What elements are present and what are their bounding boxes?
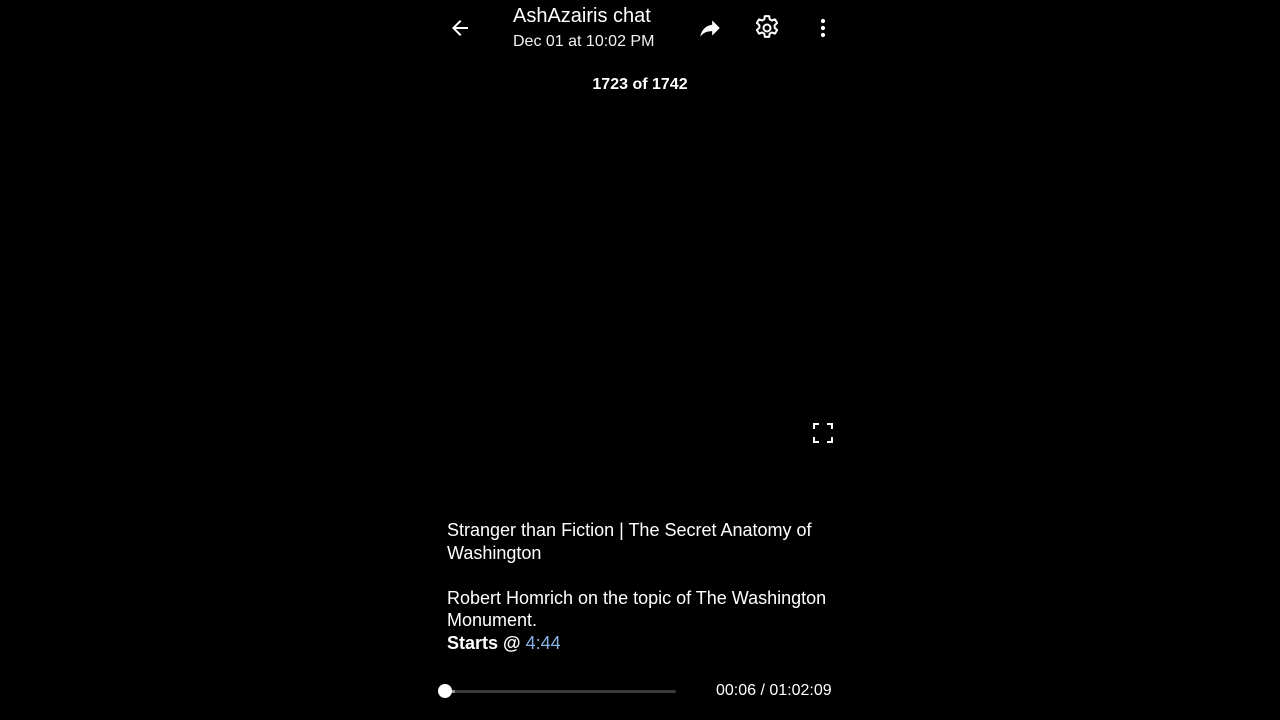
caption-title: Stranger than Fiction | The Secret Anato…: [447, 520, 812, 563]
arrow-left-icon: [452, 20, 468, 36]
chat-title: AshAzairis chat: [513, 5, 651, 27]
timestamp-link[interactable]: 4:44: [526, 633, 561, 653]
fullscreen-icon: [813, 423, 833, 443]
fullscreen-button[interactable]: [808, 418, 838, 448]
gear-icon: [755, 15, 779, 38]
back-button[interactable]: [440, 8, 480, 48]
media-caption: Stranger than Fiction | The Secret Anato…: [447, 519, 842, 654]
seek-thumb[interactable]: [438, 684, 453, 698]
caption-description: Robert Homrich on the topic of The Washi…: [447, 587, 827, 631]
share-button[interactable]: [690, 8, 730, 48]
more-options-button[interactable]: [803, 7, 843, 49]
settings-button[interactable]: [746, 7, 788, 49]
message-date: Dec 01 at 10:02 PM: [513, 33, 655, 50]
media-counter: 1723 of 1742: [592, 76, 688, 93]
starts-label: Starts @: [447, 632, 521, 653]
media-viewer: AshAzairis chat Dec 01 at 10:02 PM 1723 …: [0, 0, 1280, 720]
caption-start-line: Starts @ 4:44: [447, 632, 842, 655]
seek-bar[interactable]: [437, 682, 679, 700]
more-vertical-icon: [820, 18, 826, 38]
seek-track: [445, 689, 676, 693]
playback-time: 00:06 / 01:02:09: [716, 682, 832, 699]
share-forward-icon: [700, 20, 720, 37]
